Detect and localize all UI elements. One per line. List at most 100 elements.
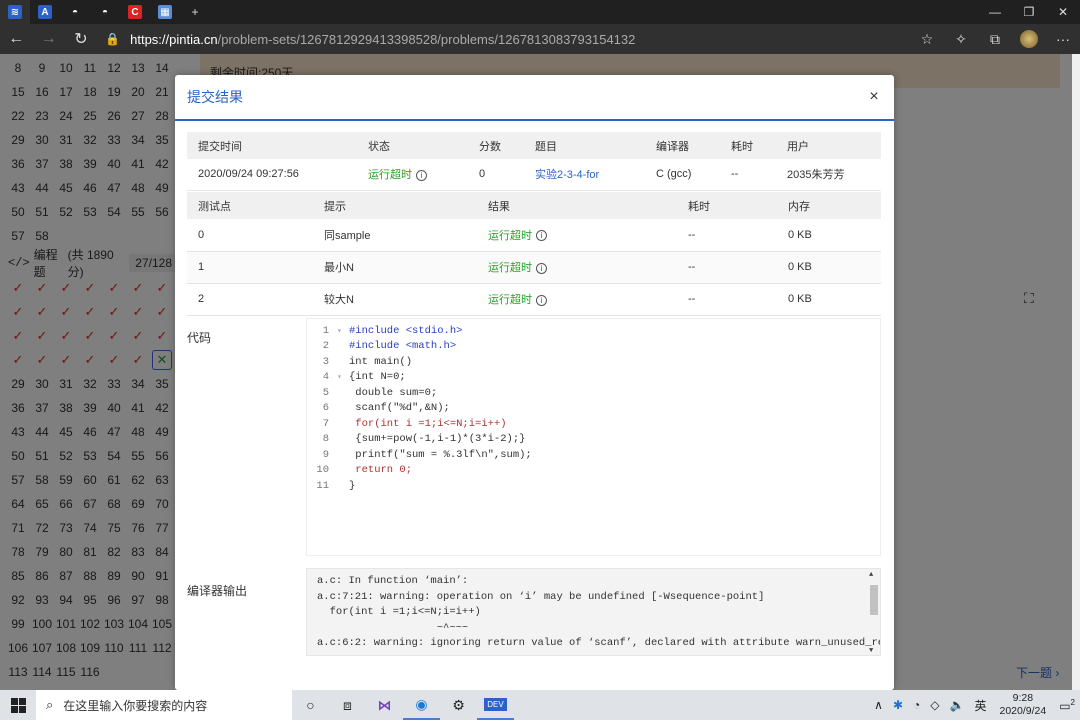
- url-host: https://pintia.cn: [130, 31, 218, 47]
- task-view-icon[interactable]: ⧈: [329, 690, 366, 720]
- line-number: 6: [322, 402, 329, 415]
- code-text: return 0;: [349, 464, 413, 477]
- case-result: 运行超时 i: [477, 219, 677, 252]
- close-window-button[interactable]: ✕: [1046, 0, 1080, 24]
- clock[interactable]: 9:28 2020/9/24: [991, 692, 1054, 718]
- fold-icon[interactable]: ▾: [337, 326, 349, 336]
- tab-6[interactable]: ▦: [150, 0, 180, 24]
- maximize-button[interactable]: ❐: [1012, 0, 1046, 24]
- c-logo-icon: C: [128, 5, 142, 19]
- compiler-output-label: 编译器输出: [187, 584, 248, 598]
- tab-5[interactable]: C: [120, 0, 150, 24]
- collections-icon[interactable]: ⧉: [978, 24, 1012, 54]
- site-icon: ◓: [71, 6, 79, 18]
- app-tray-icon[interactable]: ◔: [908, 698, 925, 712]
- line-number: 11: [316, 479, 329, 492]
- compiler-output-scrollbar[interactable]: ▲ ▼: [868, 571, 878, 655]
- submission-row: 2020/09/24 09:27:56 运行超时 i 0 实验2-3-4-for …: [187, 159, 881, 191]
- favorites-icon[interactable]: ✧: [944, 24, 978, 54]
- table-row: 1 最小N 运行超时 i -- 0 KB: [187, 251, 881, 284]
- info-icon[interactable]: i: [536, 230, 547, 242]
- chevron-up-icon[interactable]: ∧: [869, 698, 888, 712]
- code-text: {sum+=pow(-1,i-1)*(3*i-2);}: [349, 433, 526, 446]
- info-icon[interactable]: i: [536, 262, 547, 274]
- back-button[interactable]: ←: [0, 24, 32, 54]
- case-time: --: [677, 251, 777, 284]
- code-text: for(int i =1;i<=N;i=i++): [349, 417, 507, 430]
- forward-button[interactable]: →: [32, 24, 64, 54]
- edge-browser-icon[interactable]: ◉: [403, 690, 440, 720]
- testcase-header-row: 测试点 提示 结果 耗时 内存: [187, 192, 881, 219]
- a-logo-icon: A: [38, 5, 52, 19]
- code-line: 11}: [307, 478, 880, 494]
- clock-date: 2020/9/24: [999, 705, 1047, 717]
- settings-gear-icon[interactable]: ⚙: [440, 690, 477, 720]
- network-icon[interactable]: ◇: [925, 698, 944, 712]
- fold-icon[interactable]: ▾: [337, 372, 349, 382]
- favorite-star-icon[interactable]: ☆: [910, 24, 944, 54]
- col-hint: 提示: [313, 192, 477, 219]
- ime-indicator[interactable]: 英: [969, 697, 991, 714]
- compiler-output-line: a.c:6:2: warning: ignoring return value …: [317, 637, 881, 649]
- code-label: 代码: [187, 331, 212, 345]
- scroll-thumb[interactable]: [870, 585, 878, 615]
- code-text: {int N=0;: [349, 371, 406, 384]
- case-result: 运行超时 i: [477, 251, 677, 284]
- code-text: }: [349, 479, 356, 492]
- scroll-up-icon[interactable]: ▲: [869, 571, 873, 579]
- tab-pintia[interactable]: ≋: [0, 0, 30, 24]
- status-cell: 运行超时 i: [357, 159, 468, 191]
- url-field[interactable]: 🔒 https://pintia.cn /problem-sets/126781…: [105, 24, 910, 54]
- more-menu-icon[interactable]: ···: [1046, 24, 1080, 54]
- cortana-icon[interactable]: ○: [292, 690, 329, 720]
- page-scrollbar[interactable]: [1072, 54, 1080, 690]
- devcpp-icon[interactable]: DEV: [477, 690, 514, 720]
- compiler-output-box[interactable]: a.c: In function ‘main’: a.c:7:21: warnin…: [306, 568, 881, 656]
- profile-avatar[interactable]: [1012, 24, 1046, 54]
- compiler-output-line: a.c:7:21: warning: operation on ‘i’ may …: [317, 590, 765, 603]
- case-memory: 0 KB: [777, 219, 881, 252]
- refresh-button[interactable]: ↻: [65, 24, 97, 54]
- minimize-button[interactable]: —: [978, 0, 1012, 24]
- bluetooth-icon[interactable]: ✱: [888, 698, 908, 712]
- compiler-output-line: ~^~~~: [317, 621, 469, 634]
- search-placeholder: 在这里输入你要搜索的内容: [63, 698, 208, 713]
- volume-icon[interactable]: 🔈: [945, 698, 970, 712]
- taskbar-search[interactable]: ⌕ 在这里输入你要搜索的内容: [36, 690, 292, 720]
- start-button[interactable]: [0, 690, 36, 720]
- case-hint: 同sample: [313, 219, 477, 252]
- dialog-header: 提交结果 ×: [175, 75, 894, 121]
- scroll-down-icon[interactable]: ▼: [869, 647, 873, 655]
- tab-4[interactable]: ◓: [90, 0, 120, 24]
- info-icon[interactable]: i: [416, 169, 427, 181]
- case-id: 1: [187, 251, 313, 284]
- notification-count: 2: [1070, 697, 1075, 707]
- tab-3[interactable]: ◓: [60, 0, 90, 24]
- submission-header-row: 提交时间 状态 分数 题目 编译器 耗时 用户: [187, 132, 881, 159]
- site-icon: ◓: [101, 6, 109, 18]
- close-icon[interactable]: ×: [866, 88, 882, 106]
- case-hint: 较大N: [313, 283, 477, 316]
- submission-result-dialog: 提交结果 × 提交时间 状态 分数 题目 编译器 耗时 用户 2020/09/2…: [175, 75, 894, 690]
- case-result: 运行超时 i: [477, 283, 677, 316]
- notification-icon[interactable]: ▭2: [1054, 698, 1080, 713]
- info-icon[interactable]: i: [536, 294, 547, 306]
- url-path: /problem-sets/1267812929413398528/proble…: [217, 31, 636, 47]
- line-number: 1: [322, 324, 329, 337]
- score: 0: [468, 159, 524, 191]
- avatar: [1020, 30, 1038, 48]
- code-line: 6 scanf("%d",&N);: [307, 401, 880, 417]
- new-tab-button[interactable]: +: [180, 0, 210, 24]
- code-line: 1 ▾ #include <stdio.h>: [307, 323, 880, 339]
- problem-link[interactable]: 实验2-3-4-for: [535, 169, 599, 181]
- col-user: 用户: [776, 132, 881, 159]
- code-line: 9 printf("sum = %.3lf\n",sum);: [307, 447, 880, 463]
- col-submit-time: 提交时间: [187, 132, 357, 159]
- code-viewer[interactable]: 1 ▾ #include <stdio.h> 2 #include <math.h> 3 i…: [306, 318, 881, 556]
- col-compiler: 编译器: [645, 132, 720, 159]
- col-time: 耗时: [677, 192, 777, 219]
- visual-studio-icon[interactable]: ⋈: [366, 690, 403, 720]
- tab-2[interactable]: A: [30, 0, 60, 24]
- case-time: --: [677, 219, 777, 252]
- windows-logo-icon: [10, 697, 26, 713]
